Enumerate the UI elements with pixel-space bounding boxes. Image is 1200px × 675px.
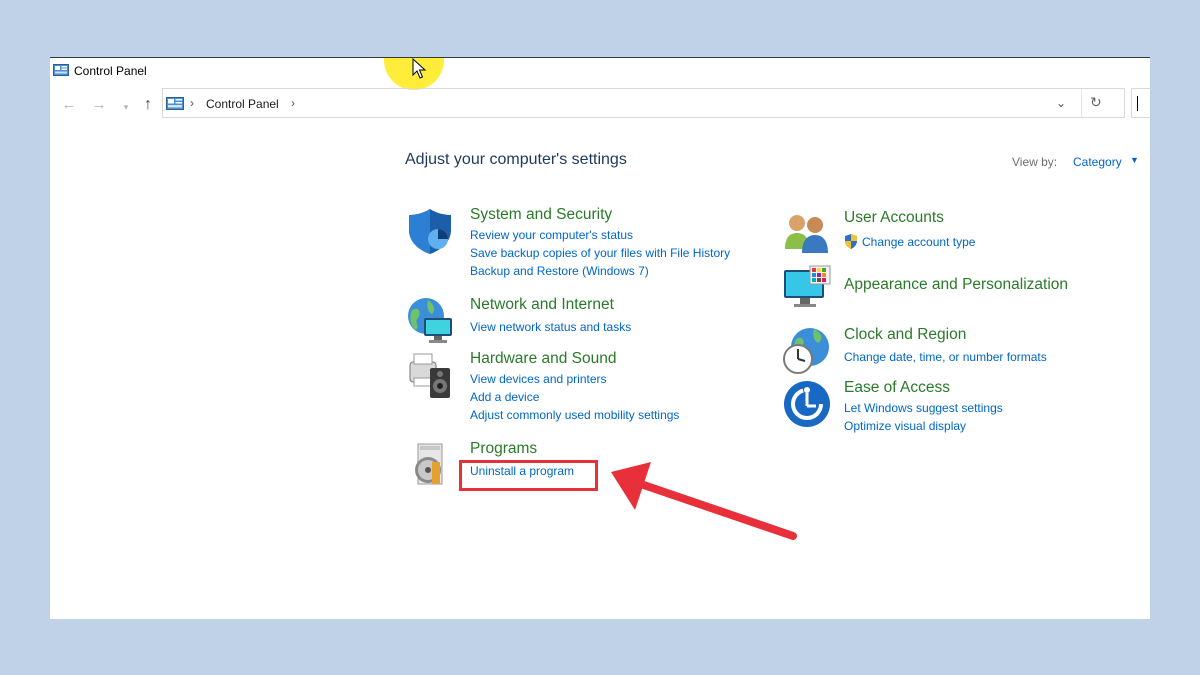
category-title-system-security[interactable]: System and Security [470,206,612,224]
address-divider [1081,89,1082,117]
text-caret [1137,96,1138,111]
link-file-history[interactable]: Save backup copies of your files with Fi… [470,246,730,260]
recent-locations-icon[interactable]: ▾ [117,98,135,116]
breadcrumb-control-panel[interactable]: Control Panel [206,97,279,111]
users-icon[interactable] [782,209,832,259]
red-arrow-annotation [611,462,797,540]
link-devices-printers[interactable]: View devices and printers [470,372,607,386]
window-title: Control Panel [74,64,147,78]
monitor-palette-icon[interactable] [782,264,832,314]
link-date-time-formats[interactable]: Change date, time, or number formats [844,350,1047,364]
chevron-down-icon[interactable]: ⌄ [1056,96,1066,110]
link-mobility-settings[interactable]: Adjust commonly used mobility settings [470,408,679,422]
category-title-clock-region[interactable]: Clock and Region [844,326,966,344]
highlight-box [459,460,598,491]
control-panel-icon [53,64,69,76]
link-suggest-settings[interactable]: Let Windows suggest settings [844,401,1003,415]
address-bar[interactable]: › Control Panel › ⌄ ↻ [162,88,1125,118]
chevron-down-icon[interactable]: ▼ [1130,155,1139,165]
control-panel-window: Control Panel ← → ▾ ↑ › Control Panel › … [50,57,1150,619]
category-title-appearance[interactable]: Appearance and Personalization [844,276,1068,294]
security-shield-icon[interactable] [406,206,456,256]
link-review-status[interactable]: Review your computer's status [470,228,633,242]
view-by-dropdown[interactable]: Category [1073,155,1122,169]
programs-disc-icon[interactable] [406,440,456,490]
refresh-icon[interactable]: ↻ [1090,94,1102,111]
category-title-user-accounts[interactable]: User Accounts [844,209,944,227]
link-change-account-type[interactable]: Change account type [862,235,975,249]
link-backup-restore[interactable]: Backup and Restore (Windows 7) [470,264,649,278]
category-title-programs[interactable]: Programs [470,440,537,458]
breadcrumb-separator-icon[interactable]: › [190,96,194,110]
category-title-ease-of-access[interactable]: Ease of Access [844,379,950,397]
page-heading: Adjust your computer's settings [405,151,627,168]
forward-arrow-icon[interactable]: → [90,96,108,114]
navigation-bar: ← → ▾ ↑ › Control Panel › ⌄ ↻ [50,88,1150,122]
clock-globe-icon[interactable] [782,325,832,375]
category-title-hardware-sound[interactable]: Hardware and Sound [470,350,617,368]
search-input[interactable] [1131,88,1150,118]
category-title-network-internet[interactable]: Network and Internet [470,296,614,314]
network-globe-icon[interactable] [406,296,456,346]
view-by-label: View by: [1012,155,1058,169]
link-add-device[interactable]: Add a device [470,390,539,404]
uac-shield-icon [845,234,857,249]
mouse-pointer-icon [412,58,427,79]
back-arrow-icon[interactable]: ← [60,96,78,114]
control-panel-icon [166,97,184,110]
ease-of-access-icon[interactable] [782,379,832,429]
up-arrow-icon[interactable]: ↑ [139,96,157,114]
printer-speaker-icon[interactable] [406,350,456,400]
link-optimize-display[interactable]: Optimize visual display [844,419,966,433]
link-network-status[interactable]: View network status and tasks [470,320,631,334]
title-bar: Control Panel [50,58,1150,90]
breadcrumb-separator-icon[interactable]: › [291,96,295,110]
